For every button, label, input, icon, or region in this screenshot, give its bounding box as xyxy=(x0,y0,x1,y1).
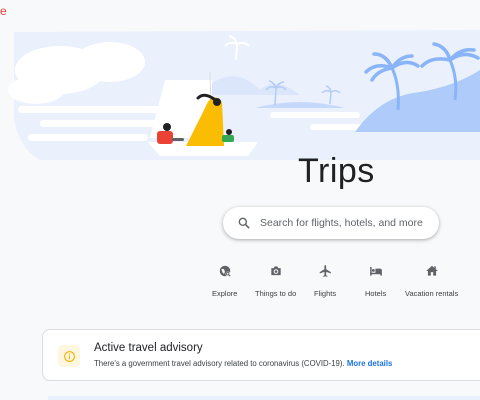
trips-page: e Trips Search for flights, hotels, and … xyxy=(0,0,480,400)
category-label: Things to do xyxy=(255,289,297,298)
search-icon xyxy=(238,217,250,229)
category-label: Flights xyxy=(314,289,337,298)
page-title: Trips xyxy=(298,152,375,190)
advisory-icon-container xyxy=(58,345,80,367)
category-label: Hotels xyxy=(365,289,387,298)
hero-illustration xyxy=(8,30,480,160)
next-card-edge xyxy=(48,396,480,400)
info-icon xyxy=(63,350,75,362)
airplane-icon xyxy=(319,265,331,277)
advisory-body-line: There's a government travel advisory rel… xyxy=(94,359,392,368)
category-label: Vacation rentals xyxy=(405,289,459,298)
category-explore[interactable]: Explore xyxy=(212,264,237,298)
advisory-title: Active travel advisory xyxy=(94,342,203,354)
category-flights[interactable]: Flights xyxy=(314,264,336,298)
category-hotels[interactable]: Hotels xyxy=(365,264,386,298)
search-placeholder: Search for flights, hotels, and more xyxy=(260,217,423,229)
category-things-to-do[interactable]: Things to do xyxy=(255,264,296,298)
explore-icon xyxy=(219,265,231,277)
category-vacation-rentals[interactable]: Vacation rentals xyxy=(405,264,458,298)
category-label: Explore xyxy=(212,289,238,298)
travel-advisory-card: Active travel advisory There's a governm… xyxy=(42,329,480,381)
camera-icon xyxy=(270,266,281,276)
bed-icon xyxy=(369,266,382,276)
logo-fragment: e xyxy=(0,4,7,18)
more-details-link[interactable]: More details xyxy=(347,359,393,368)
advisory-body: There's a government travel advisory rel… xyxy=(94,359,345,368)
house-icon xyxy=(425,265,438,276)
search-input[interactable]: Search for flights, hotels, and more xyxy=(223,207,439,239)
